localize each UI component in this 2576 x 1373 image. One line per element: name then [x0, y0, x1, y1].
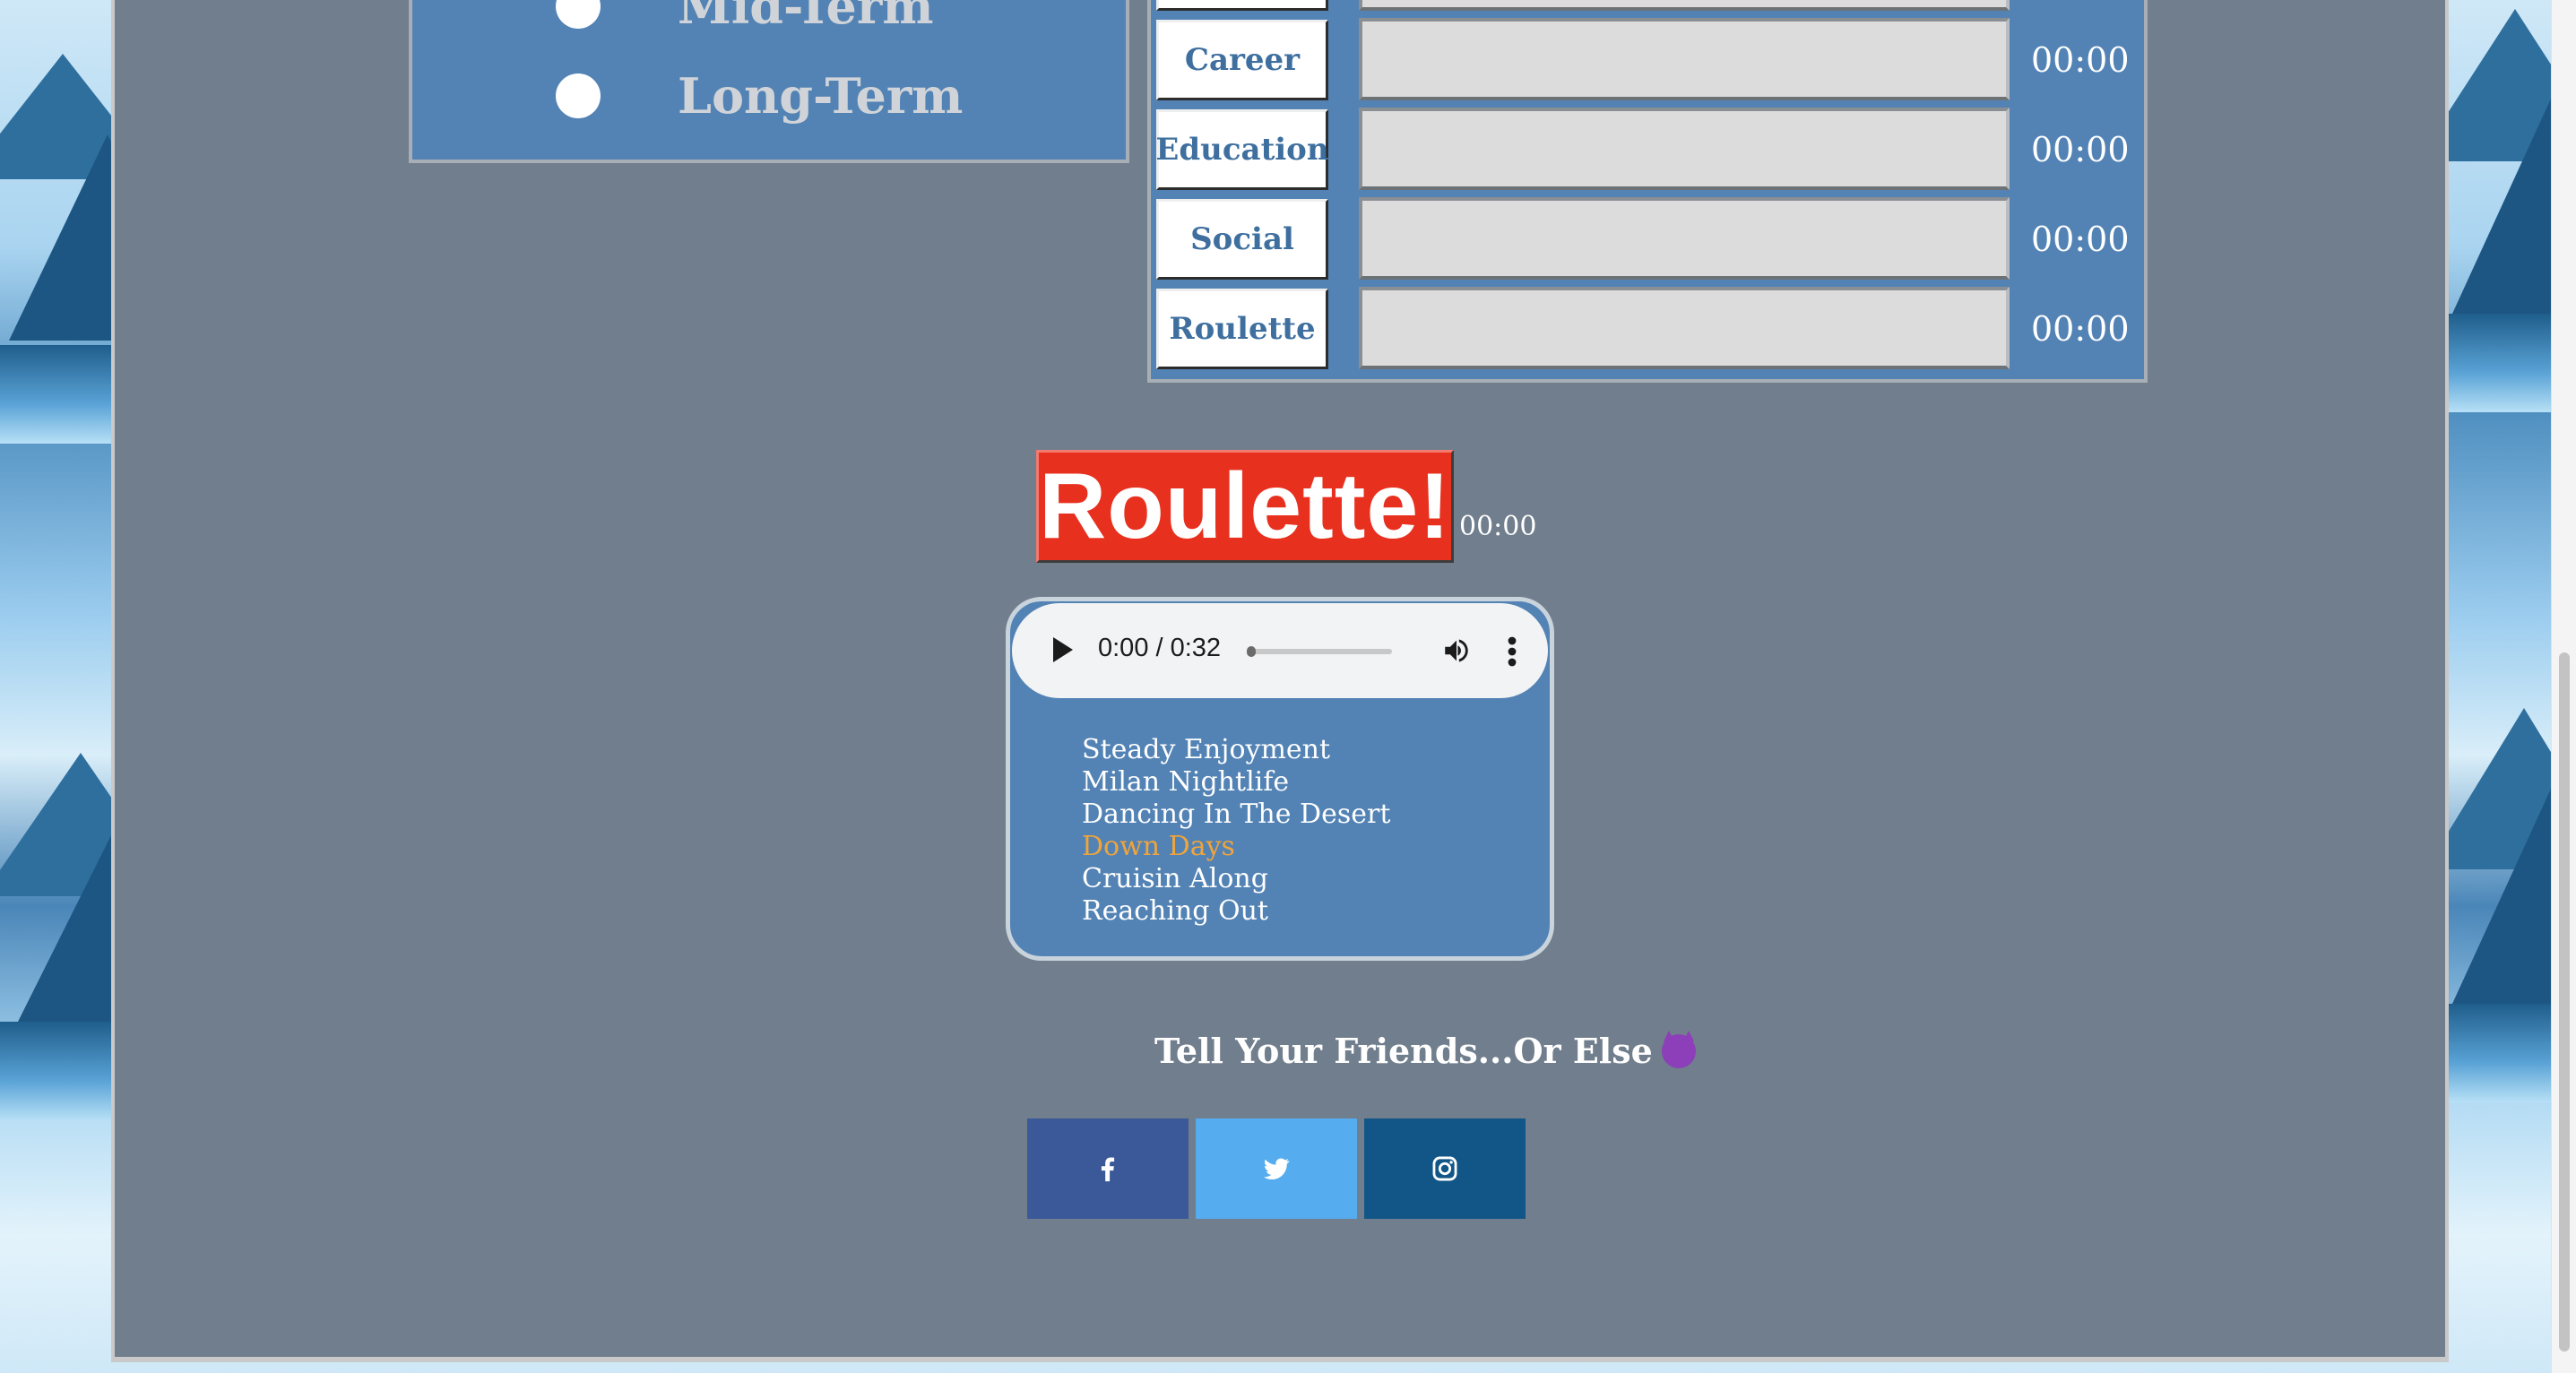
page-scrollbar[interactable] — [2551, 0, 2576, 1373]
instagram-icon — [1432, 1156, 1457, 1181]
roulette-button[interactable]: Roulette! — [1036, 450, 1454, 563]
main-panel: Mid-Term Long-Term Career 00:00 Educatio… — [111, 0, 2449, 1362]
category-time-roulette: 00:00 — [2031, 309, 2130, 349]
category-time-education: 00:00 — [2031, 130, 2130, 169]
smiling-devil-icon — [1661, 1031, 1696, 1068]
category-label-education: Education — [1155, 109, 1329, 190]
category-timers-table: Career 00:00 Education 00:00 Social 00:0… — [1147, 0, 2148, 383]
more-options-icon[interactable] — [1507, 635, 1517, 668]
play-icon[interactable] — [1053, 637, 1073, 662]
background-scenery-right — [2443, 0, 2551, 1373]
radio-button[interactable] — [556, 0, 601, 29]
radio-button[interactable] — [556, 73, 601, 118]
category-time-social: 00:00 — [2031, 220, 2130, 259]
audio-controls: 0:00 / 0:32 — [1012, 603, 1548, 698]
term-option-label: Mid-Term — [678, 0, 934, 35]
background-scenery-left — [0, 0, 111, 1373]
playlist-item[interactable]: Milan Nightlife — [1082, 766, 1390, 799]
share-heading: Tell Your Friends...Or Else — [1154, 1031, 1696, 1071]
category-label-roulette: Roulette — [1156, 289, 1328, 369]
goal-term-radio-group: Mid-Term Long-Term — [409, 0, 1129, 163]
category-label-social: Social — [1156, 199, 1328, 280]
playlist-item[interactable]: Cruisin Along — [1082, 863, 1390, 895]
term-option-long-term[interactable]: Long-Term — [556, 65, 963, 127]
twitter-share-button[interactable] — [1196, 1118, 1357, 1219]
category-input-partial[interactable] — [1359, 0, 2010, 11]
category-label-partial — [1156, 0, 1328, 11]
scrollbar-thumb[interactable] — [2559, 652, 2570, 1351]
share-heading-text: Tell Your Friends...Or Else — [1154, 1031, 1653, 1071]
category-input-education[interactable] — [1359, 108, 2010, 190]
audio-seek-slider[interactable] — [1247, 646, 1392, 657]
category-input-career[interactable] — [1359, 18, 2010, 100]
category-label-career: Career — [1156, 20, 1328, 100]
twitter-icon — [1263, 1158, 1290, 1180]
playlist: Steady Enjoyment Milan Nightlife Dancing… — [1082, 734, 1390, 928]
term-option-mid-term[interactable]: Mid-Term — [556, 0, 933, 38]
playlist-item[interactable]: Reaching Out — [1082, 895, 1390, 928]
category-input-roulette[interactable] — [1359, 287, 2010, 369]
facebook-icon — [1101, 1157, 1115, 1182]
roulette-timer: 00:00 — [1459, 511, 1537, 542]
seek-slider-knob[interactable] — [1247, 646, 1256, 657]
audio-time-display: 0:00 / 0:32 — [1098, 634, 1222, 662]
playlist-item[interactable]: Steady Enjoyment — [1082, 734, 1390, 766]
category-time-career: 00:00 — [2031, 40, 2130, 80]
music-player: 0:00 / 0:32 Steady Enjoyment Milan Night… — [1006, 597, 1554, 961]
playlist-item-active[interactable]: Down Days — [1082, 831, 1390, 863]
category-input-social[interactable] — [1359, 197, 2010, 280]
facebook-share-button[interactable] — [1027, 1118, 1189, 1219]
instagram-share-button[interactable] — [1364, 1118, 1526, 1219]
playlist-item[interactable]: Dancing In The Desert — [1082, 799, 1390, 831]
term-option-label: Long-Term — [678, 67, 964, 125]
volume-icon[interactable] — [1440, 635, 1473, 666]
